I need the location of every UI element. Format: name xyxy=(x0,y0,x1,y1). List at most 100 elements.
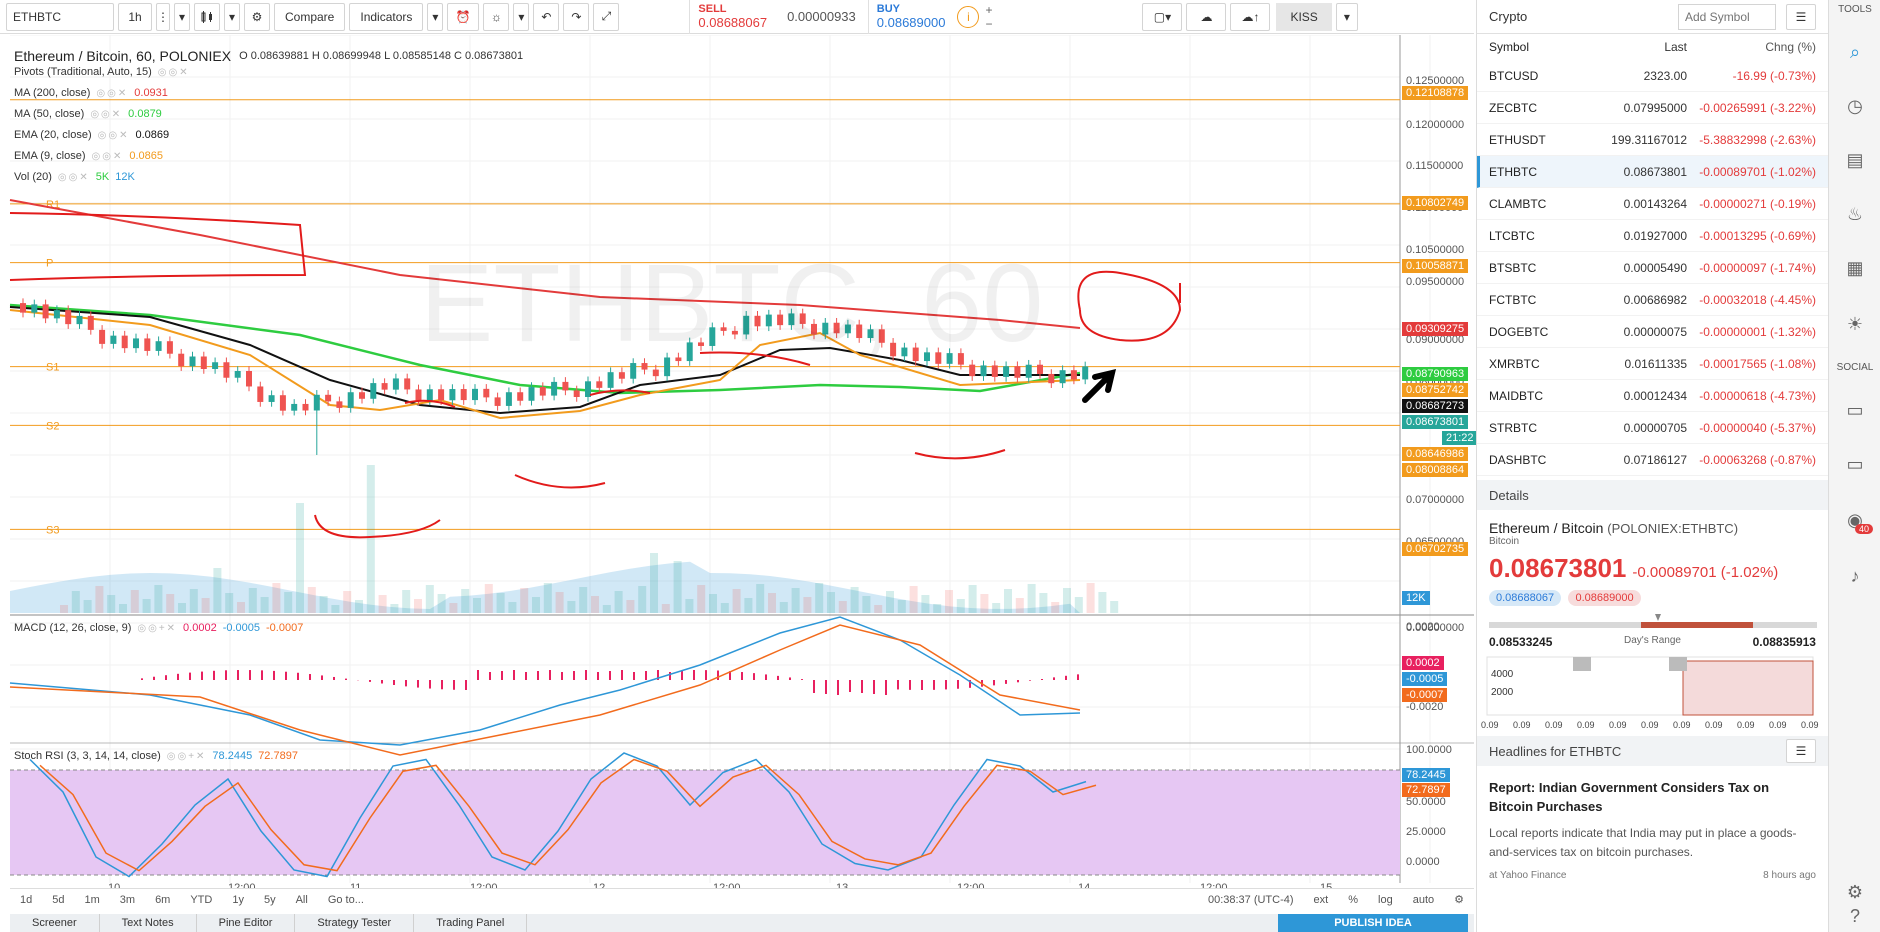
chart-settings-icon[interactable]: ⚙ xyxy=(1454,893,1464,906)
clock-icon[interactable]: ◷ xyxy=(1843,94,1867,118)
bottom-tab[interactable]: Pine Editor xyxy=(197,914,296,932)
axis-option-button[interactable]: ext xyxy=(1314,894,1329,906)
bell-icon[interactable]: ♪ xyxy=(1843,564,1867,588)
volume-bar xyxy=(1015,598,1024,613)
search-icon[interactable]: ⌕ xyxy=(1843,40,1867,64)
indicator-legend-row[interactable]: EMA (20, close) ◎◎✕ 0.0869 xyxy=(14,129,169,141)
buy-box[interactable]: BUY 0.08689000 xyxy=(867,0,954,34)
watchlist-row[interactable]: STRBTC 0.00000705 -0.00000040 (-5.37%) xyxy=(1477,412,1828,444)
legend-controls-icon[interactable]: ◎◎✕ xyxy=(158,67,190,78)
range-button[interactable]: 1d xyxy=(20,894,32,906)
calendar-icon[interactable]: ▦ xyxy=(1843,256,1867,280)
list-menu-icon[interactable]: ☰ xyxy=(1786,3,1816,30)
candle-style-icon[interactable] xyxy=(194,2,220,31)
bottom-tab[interactable]: Strategy Tester xyxy=(295,914,415,932)
axis-option-button[interactable]: % xyxy=(1348,894,1358,906)
chevron-down-icon[interactable]: ▾ xyxy=(427,2,444,31)
watchlist-row[interactable]: ETHUSDT 199.31167012 -5.38832998 (-2.63%) xyxy=(1477,124,1828,156)
chevron-down-icon[interactable]: ▾ xyxy=(224,2,240,31)
chevron-down-icon[interactable]: ▾ xyxy=(174,2,190,31)
range-button[interactable]: 1m xyxy=(85,894,100,906)
indicator-legend-row[interactable]: MA (50, close) ◎◎✕ 0.0879 xyxy=(14,108,162,120)
watchlist-row[interactable]: MAIDBTC 0.00012434 -0.00000618 (-4.73%) xyxy=(1477,380,1828,412)
gear-icon[interactable]: ⚙ xyxy=(244,2,270,31)
range-button[interactable]: 6m xyxy=(155,894,170,906)
indicator-legend-row[interactable]: MA (200, close) ◎◎✕ 0.0931 xyxy=(14,87,168,99)
col-last[interactable]: Last xyxy=(1589,40,1687,54)
plus-icon[interactable]: + xyxy=(985,3,992,17)
compare-button[interactable]: Compare xyxy=(274,2,346,31)
watchlist-row[interactable]: BTCUSD 2323.00 -16.99 (-0.73%) xyxy=(1477,60,1828,92)
help-icon[interactable]: ? xyxy=(1843,904,1867,928)
idea-bulb-icon[interactable]: ☼ xyxy=(483,2,510,31)
range-button[interactable]: 1y xyxy=(232,894,244,906)
undo-icon[interactable]: ↶ xyxy=(533,2,560,31)
symbol-input[interactable]: ETHBTC xyxy=(6,2,114,31)
volume-bar xyxy=(1004,589,1012,613)
hotlist-flame-icon[interactable]: ♨ xyxy=(1843,202,1867,226)
fullscreen-icon[interactable]: ⤢ xyxy=(593,2,620,31)
indicator-legend-row[interactable]: EMA (9, close) ◎◎✕ 0.0865 xyxy=(14,150,163,162)
watchlist-row[interactable]: FCTBTC 0.00686982 -0.00032018 (-4.45%) xyxy=(1477,284,1828,316)
layout-name[interactable]: KISS xyxy=(1276,2,1332,31)
range-button[interactable]: 3m xyxy=(120,894,135,906)
alert-icon[interactable]: ⏰ xyxy=(447,2,480,31)
range-button[interactable]: 5d xyxy=(52,894,64,906)
watchlist-row[interactable]: CLAMBTC 0.00143264 -0.00000271 (-0.19%) xyxy=(1477,188,1828,220)
indicator-legend-row[interactable]: Vol (20) ◎◎✕ 5K 12K xyxy=(14,171,135,183)
range-button[interactable]: All xyxy=(296,894,308,906)
candle-body xyxy=(618,372,625,379)
watchlist-title[interactable]: Crypto xyxy=(1489,9,1527,24)
publish-idea-button[interactable]: PUBLISH IDEA xyxy=(1278,914,1468,932)
list-menu-icon[interactable]: ☰ xyxy=(1786,739,1816,763)
add-symbol-input[interactable] xyxy=(1678,3,1776,30)
range-button[interactable]: 5y xyxy=(264,894,276,906)
more-icon[interactable]: ⋮ xyxy=(156,2,170,31)
range-button[interactable]: YTD xyxy=(190,894,212,906)
legend-controls-icon[interactable]: ◎◎✕ xyxy=(98,130,130,141)
axis-option-button[interactable]: auto xyxy=(1413,894,1434,906)
legend-controls-icon[interactable]: ◎◎✕ xyxy=(96,88,128,99)
row-change: -0.00265991 (-3.22%) xyxy=(1699,100,1816,115)
indicators-button[interactable]: Indicators xyxy=(349,2,424,31)
chevron-down-icon[interactable]: ▾ xyxy=(1335,2,1358,31)
legend-controls-icon[interactable]: ◎◎✕ xyxy=(90,109,122,120)
watchlist-row[interactable]: DASHBTC 0.07186127 -0.00063268 (-0.87%) xyxy=(1477,444,1828,476)
cloud-upload-icon[interactable]: ☁↑ xyxy=(1230,2,1271,31)
settings-gear-icon[interactable]: ⚙ xyxy=(1843,880,1867,904)
axis-option-button[interactable]: log xyxy=(1378,894,1393,906)
news-icon[interactable]: ▤ xyxy=(1843,148,1867,172)
chat-icon[interactable]: ▭ xyxy=(1843,398,1867,422)
legend-controls-icon[interactable]: ◎◎✕ xyxy=(92,151,124,162)
watchlist-row[interactable]: BTSBTC 0.00005490 -0.00000097 (-1.74%) xyxy=(1477,252,1828,284)
candle-body xyxy=(472,388,478,401)
range-button[interactable]: Go to... xyxy=(328,894,364,906)
ideas-bulb-icon[interactable]: ☀ xyxy=(1843,312,1867,336)
watchlist-row[interactable]: ETHBTC 0.08673801 -0.00089701 (-1.02%) xyxy=(1477,156,1828,188)
minus-icon[interactable]: − xyxy=(985,17,992,31)
col-change[interactable]: Chng (%) xyxy=(1687,40,1816,54)
info-icon[interactable]: i xyxy=(957,5,980,28)
legend-controls-icon[interactable]: ◎◎+✕ xyxy=(137,623,177,634)
chevron-down-icon[interactable]: ▾ xyxy=(513,2,530,31)
watchlist-row[interactable]: ZECBTC 0.07995000 -0.00265991 (-3.22%) xyxy=(1477,92,1828,124)
legend-controls-icon[interactable]: ◎◎+✕ xyxy=(167,751,207,762)
indicator-legend-row[interactable]: Pivots (Traditional, Auto, 15) ◎◎✕ xyxy=(14,66,190,78)
col-symbol[interactable]: Symbol xyxy=(1489,40,1589,54)
layout-icon[interactable]: ▢▾ xyxy=(1142,2,1183,31)
bottom-tab[interactable]: Text Notes xyxy=(100,914,197,932)
bottom-tab[interactable]: Screener xyxy=(10,914,100,932)
legend-controls-icon[interactable]: ◎◎✕ xyxy=(58,172,90,183)
cloud-save-icon[interactable]: ☁ xyxy=(1186,2,1227,31)
private-chat-icon[interactable]: ▭ xyxy=(1843,452,1867,476)
sell-box[interactable]: SELL 0.08688067 xyxy=(689,0,775,34)
watchlist-row[interactable]: DOGEBTC 0.00000075 -0.00000001 (-1.32%) xyxy=(1477,316,1828,348)
interval-button[interactable]: 1h xyxy=(118,2,152,31)
watchlist-row[interactable]: XMRBTC 0.01611335 -0.00017565 (-1.08%) xyxy=(1477,348,1828,380)
volume-bar xyxy=(602,605,611,613)
bottom-tab[interactable]: Trading Panel xyxy=(414,914,528,932)
volume-bar xyxy=(1098,592,1107,613)
news-headline[interactable]: Report: Indian Government Considers Tax … xyxy=(1477,766,1828,816)
redo-icon[interactable]: ↷ xyxy=(563,2,590,31)
watchlist-row[interactable]: LTCBTC 0.01927000 -0.00013295 (-0.69%) xyxy=(1477,220,1828,252)
